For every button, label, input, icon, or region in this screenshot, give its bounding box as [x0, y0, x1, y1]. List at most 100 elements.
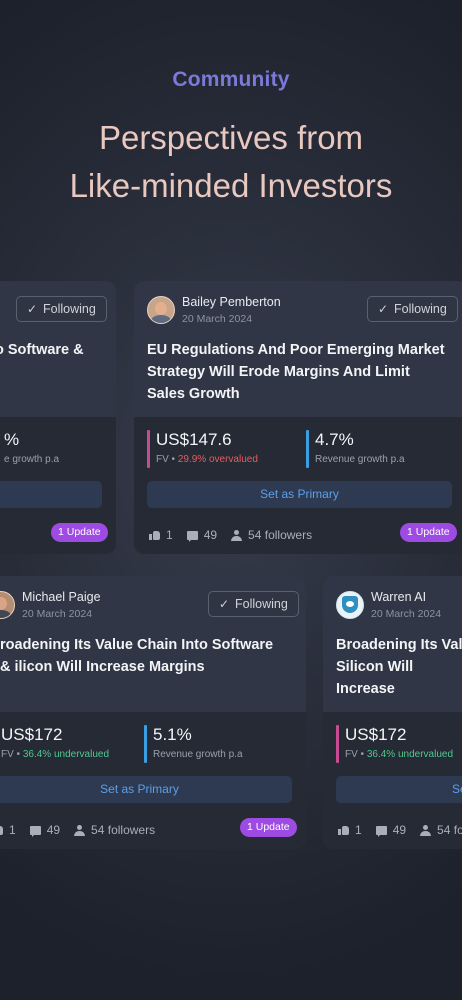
followers-count: 54 followers	[248, 528, 313, 542]
revenue-growth-value: 4.7%	[315, 430, 354, 449]
thumbs-up-icon	[0, 825, 3, 835]
revenue-growth-value: 5.1%	[153, 725, 192, 744]
user-icon	[420, 824, 432, 836]
post-date: 20 March 2024	[182, 312, 253, 325]
headline-line-2: Like-minded Investors	[69, 167, 393, 204]
author-avatar[interactable]	[336, 591, 364, 619]
author-avatar[interactable]	[147, 296, 175, 324]
comments-stat[interactable]: 49	[29, 823, 61, 837]
valuation-status: 29.9% overvalued	[177, 454, 258, 465]
fair-value-metric: US$172 FV • 36.4% undervalued	[336, 724, 453, 764]
followers-stat: 54 foll	[420, 823, 462, 837]
card-title[interactable]: EU Regulations And Poor Emerging Market …	[147, 339, 450, 405]
headline-line-1: Perspectives from	[98, 119, 364, 156]
thumbs-up-icon	[149, 530, 160, 540]
update-badge[interactable]: 1 Update	[400, 523, 457, 542]
likes-stat[interactable]: 1	[149, 528, 173, 542]
check-icon: ✓	[219, 597, 230, 611]
narrative-card[interactable]: ✓ Following o Software & % e growth p.a …	[0, 281, 116, 554]
likes-stat[interactable]: 1	[0, 823, 16, 837]
followers-count: 54 followers	[91, 823, 156, 837]
card-title[interactable]: roadening Its Value Chain Into Software …	[0, 634, 282, 678]
revenue-growth-label: e growth p.a	[4, 454, 60, 465]
valuation-line: FV • 36.4% undervalued	[345, 747, 453, 762]
revenue-growth-label: Revenue growth p.a	[153, 749, 243, 760]
author-name[interactable]: Bailey Pemberton	[182, 295, 281, 310]
comment-icon	[186, 530, 198, 542]
fv-label: FV •	[1, 749, 21, 760]
following-button[interactable]: ✓ Following	[16, 296, 107, 322]
user-icon	[231, 529, 243, 541]
fair-value-metric: US$172 FV • 36.4% undervalued	[0, 724, 109, 764]
comments-count: 49	[392, 823, 407, 837]
app-screen: Community Perspectives from Like-minded …	[0, 0, 462, 1000]
followers-stat: 54 followers	[231, 528, 312, 542]
revenue-growth-value: %	[4, 430, 20, 449]
valuation-status: 36.4% undervalued	[366, 749, 454, 760]
following-button[interactable]: ✓ Following	[208, 591, 299, 617]
engagement-stats: 1 49 54 foll	[338, 822, 462, 838]
section-label: Community	[172, 68, 290, 91]
set-primary-button[interactable]	[0, 481, 102, 508]
revenue-growth-metric: % e growth p.a	[0, 429, 59, 469]
narrative-card[interactable]: Warren AI 20 March 2024 Broadening Its V…	[323, 576, 462, 849]
comments-count: 49	[203, 528, 218, 542]
card-title[interactable]: Broadening Its Valu Silicon Will Increas…	[336, 634, 462, 700]
revenue-growth-label: Revenue growth p.a	[315, 454, 405, 465]
following-label: Following	[43, 302, 96, 316]
likes-count: 1	[9, 823, 16, 837]
check-icon: ✓	[378, 302, 389, 316]
author-row[interactable]: Bailey Pemberton 20 March 2024	[147, 295, 281, 325]
comments-stat[interactable]: 49	[375, 823, 407, 837]
post-date: 20 March 2024	[371, 607, 442, 620]
fair-value-bar	[147, 430, 150, 468]
page-headline: Perspectives from Like-minded Investors	[0, 114, 462, 210]
revenue-growth-metric: 5.1% Revenue growth p.a	[144, 724, 243, 764]
likes-count: 1	[355, 823, 362, 837]
set-primary-button[interactable]: Set as Primary	[0, 776, 292, 803]
following-label: Following	[235, 597, 288, 611]
user-icon	[74, 824, 86, 836]
valuation-status: 36.4% undervalued	[22, 749, 110, 760]
revenue-growth-bar	[144, 725, 147, 763]
author-avatar[interactable]	[0, 591, 15, 619]
fair-value-metric: US$147.6 FV • 29.9% overvalued	[147, 429, 258, 469]
fair-value: US$172	[345, 725, 407, 744]
comment-icon	[375, 825, 387, 837]
valuation-line: FV • 36.4% undervalued	[1, 747, 109, 762]
fair-value-bar	[336, 725, 339, 763]
followers-stat: 54 followers	[74, 823, 155, 837]
followers-count: 54 foll	[437, 823, 462, 837]
narrative-card[interactable]: Bailey Pemberton 20 March 2024 ✓ Followi…	[134, 281, 462, 554]
fv-label: FV •	[156, 454, 176, 465]
fair-value: US$172	[1, 725, 63, 744]
thumbs-up-icon	[338, 825, 349, 835]
author-row[interactable]: Warren AI 20 March 2024	[336, 590, 441, 620]
following-label: Following	[394, 302, 447, 316]
set-primary-label: Se	[452, 782, 462, 796]
likes-stat[interactable]: 1	[338, 823, 362, 837]
comment-icon	[29, 825, 41, 837]
check-icon: ✓	[27, 302, 38, 316]
revenue-growth-bar	[306, 430, 309, 468]
comments-count: 49	[46, 823, 61, 837]
set-primary-button[interactable]: Se	[336, 776, 462, 803]
revenue-growth-metric: 4.7% Revenue growth p.a	[306, 429, 405, 469]
fv-label: FV •	[345, 749, 365, 760]
set-primary-button[interactable]: Set as Primary	[147, 481, 452, 508]
author-row[interactable]: Michael Paige 20 March 2024	[0, 590, 101, 620]
update-badge[interactable]: 1 Update	[240, 818, 297, 837]
likes-count: 1	[166, 528, 173, 542]
narrative-card[interactable]: Michael Paige 20 March 2024 ✓ Following …	[0, 576, 306, 849]
update-badge[interactable]: 1 Update	[51, 523, 108, 542]
engagement-stats: 1 49 54 followers	[149, 527, 326, 543]
card-title[interactable]: o Software &	[0, 339, 106, 361]
post-date: 20 March 2024	[22, 607, 93, 620]
comments-stat[interactable]: 49	[186, 528, 218, 542]
fair-value: US$147.6	[156, 430, 232, 449]
engagement-stats: 1 49 54 followers	[0, 822, 169, 838]
valuation-line: FV • 29.9% overvalued	[156, 452, 258, 467]
following-button[interactable]: ✓ Following	[367, 296, 458, 322]
author-name[interactable]: Warren AI	[371, 590, 441, 605]
author-name[interactable]: Michael Paige	[22, 590, 101, 605]
